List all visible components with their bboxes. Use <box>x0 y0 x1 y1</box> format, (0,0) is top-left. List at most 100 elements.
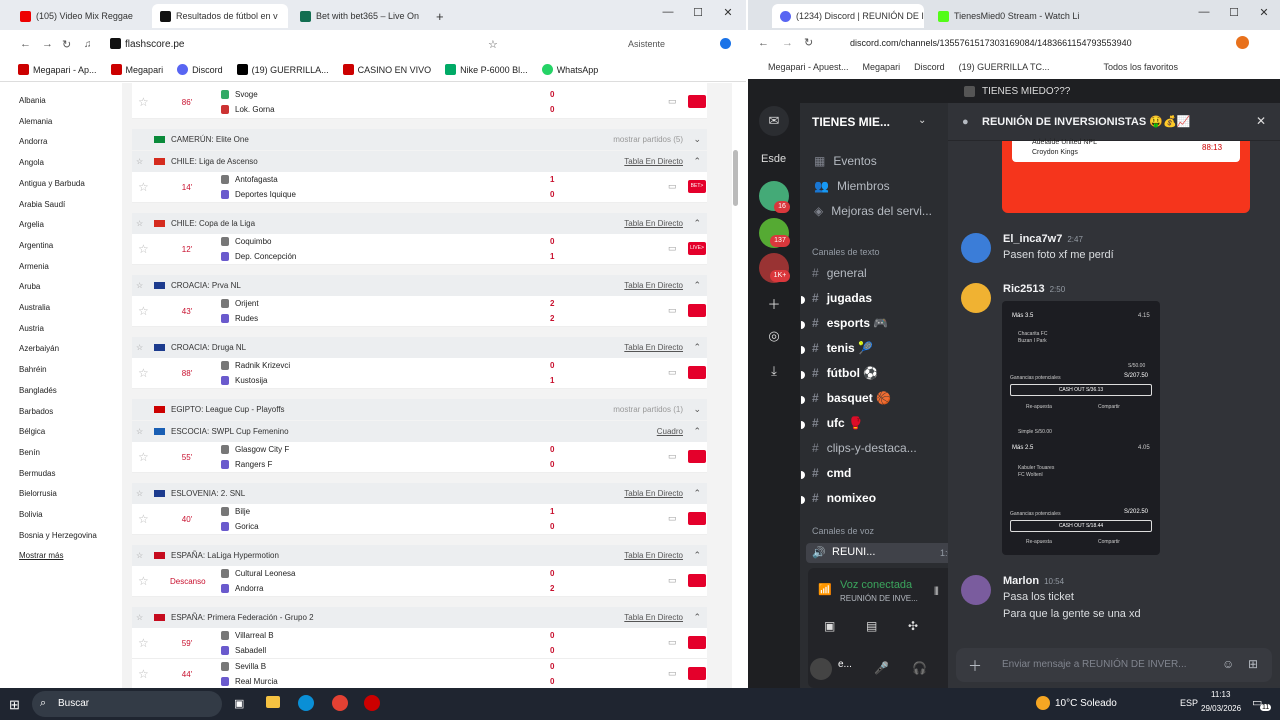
screen-share-icon[interactable]: ▤ <box>866 619 877 633</box>
weather-text[interactable]: 10°C Soleado <box>1055 698 1117 709</box>
chevron-down-icon[interactable]: ⌄ <box>693 404 701 415</box>
country-item[interactable]: Aruba <box>19 282 40 291</box>
chevron-up-icon[interactable]: ⌃ <box>693 550 701 561</box>
bookmark-megapari[interactable]: Megapari <box>863 62 901 72</box>
tab-kick-stream[interactable]: TienesMied0 Stream - Watch Li <box>930 4 1080 28</box>
tab-video-mix[interactable]: (105) Video Mix Reggae <box>12 4 152 28</box>
close-icon[interactable]: ✕ <box>1254 6 1274 19</box>
maximize-icon[interactable]: ☐ <box>688 6 708 19</box>
message-input[interactable]: ＋ Enviar mensaje a REUNIÓN DE INVER... ☺… <box>956 648 1272 682</box>
soundboard-icon[interactable]: ⦀ <box>934 586 939 599</box>
tv-icon[interactable]: ▭ <box>668 367 677 378</box>
pin-icon[interactable]: ☆ <box>136 427 148 436</box>
author-name[interactable]: Ric2513 <box>1003 283 1045 295</box>
country-item[interactable]: Australia <box>19 303 50 312</box>
back-icon[interactable]: ← <box>758 37 769 49</box>
country-item[interactable]: Benín <box>19 448 40 457</box>
bookmark-guerrilla[interactable]: (19) GUERRILLA TC... <box>959 62 1050 72</box>
tv-icon[interactable]: ▭ <box>668 243 677 254</box>
favorite-star-icon[interactable]: ☆ <box>138 180 149 194</box>
tv-icon[interactable]: ▭ <box>668 575 677 586</box>
headphones-icon[interactable]: 🎧 <box>912 661 927 675</box>
download-icon[interactable]: ⤓ <box>759 356 789 386</box>
channel-9[interactable]: # nomixeo <box>801 491 876 505</box>
text-channels-header[interactable]: Canales de texto <box>812 247 880 257</box>
league-header[interactable]: EGIPTO: League Cup - Playoffs mostrar par… <box>132 399 707 420</box>
country-item[interactable]: Austria <box>19 324 44 333</box>
server-name[interactable]: TIENES MIE... <box>812 115 890 129</box>
tab-flashscore[interactable]: Resultados de fútbol en v <box>152 4 288 28</box>
task-view-icon[interactable]: ▣ <box>234 697 244 710</box>
league-link[interactable]: Tabla En Directo <box>624 343 683 352</box>
tv-icon[interactable]: ▭ <box>668 451 677 462</box>
tv-icon[interactable]: ▭ <box>668 96 677 107</box>
channel-2[interactable]: # esports 🎮 <box>801 316 888 330</box>
league-name[interactable]: CHILE: Liga de Ascenso <box>171 157 258 166</box>
league-name[interactable]: ESLOVENIA: 2. SNL <box>171 489 245 498</box>
live-stream-button[interactable] <box>688 366 706 379</box>
pin-icon[interactable]: ☆ <box>136 157 148 166</box>
match-row[interactable]: ☆ 59' Villarreal B 0 Sabadell 0 ▭ <box>132 628 707 659</box>
live-stream-button[interactable] <box>688 95 706 108</box>
favorite-star-icon[interactable]: ☆ <box>138 95 149 109</box>
live-stream-button[interactable]: LIVE> <box>688 242 706 255</box>
channel-0[interactable]: # general <box>812 266 867 280</box>
match-row[interactable]: ☆ 44' Sevilla B 0 Real Murcia 0 ▭ <box>132 659 707 688</box>
league-link[interactable]: mostrar partidos (5) <box>613 135 683 144</box>
pin-icon[interactable]: ☆ <box>136 551 148 560</box>
profile-avatar[interactable] <box>1236 36 1249 49</box>
tab-bet365[interactable]: Bet with bet365 – Live On <box>292 4 424 28</box>
author-name[interactable]: Marlon <box>1003 575 1039 587</box>
tab-discord[interactable]: (1234) Discord | REUNIÓN DE I <box>772 4 924 28</box>
add-server-icon[interactable]: ＋ <box>759 288 789 318</box>
country-item[interactable]: Bosnia y Herzegovina <box>19 531 97 540</box>
discover-icon[interactable]: ◎ <box>759 321 789 351</box>
chevron-up-icon[interactable]: ⌃ <box>693 280 701 291</box>
league-name[interactable]: CAMERÚN: Elite One <box>171 135 249 144</box>
favorite-star-icon[interactable]: ☆ <box>138 667 149 681</box>
league-link[interactable]: Tabla En Directo <box>624 157 683 166</box>
match-row[interactable]: ☆ 88' Radnik Krizevci 0 Kustosija 1 ▭ <box>132 358 707 389</box>
league-header[interactable]: ☆ CHILE: Liga de Ascenso Tabla En Directo ⌃ <box>132 151 707 172</box>
league-header[interactable]: ☆ CROACIA: Druga NL Tabla En Directo ⌃ <box>132 337 707 358</box>
pin-icon[interactable]: ☆ <box>136 343 148 352</box>
channel-7[interactable]: # clips-y-destaca... <box>812 441 917 455</box>
favorite-star-icon[interactable]: ☆ <box>138 512 149 526</box>
bookmark-discord[interactable]: Discord <box>177 64 223 75</box>
bookmark-casino[interactable]: CASINO EN VIVO <box>342 64 431 75</box>
bookmark-guerrilla[interactable]: (19) GUERRILLA... <box>236 64 329 75</box>
country-item[interactable]: Bélgica <box>19 427 45 436</box>
match-row[interactable]: ☆ 55' Glasgow City F 0 Rangers F 0 ▭ <box>132 442 707 473</box>
chrome-icon[interactable] <box>332 695 348 711</box>
tv-icon[interactable]: ▭ <box>668 637 677 648</box>
league-link[interactable]: mostrar partidos (1) <box>613 405 683 414</box>
tv-icon[interactable]: ▭ <box>668 513 677 524</box>
menu-events[interactable]: ▦ Eventos <box>814 154 877 168</box>
reload-icon[interactable]: ↻ <box>804 36 813 49</box>
mute-icon[interactable]: 🎤 <box>874 661 889 675</box>
menu-boosts[interactable]: ◈ Mejoras del servi... <box>814 204 932 218</box>
country-item[interactable]: Azerbaiyán <box>19 344 59 353</box>
country-item[interactable]: Bermudas <box>19 469 55 478</box>
country-item[interactable]: Bielorrusia <box>19 489 57 498</box>
chevron-up-icon[interactable]: ⌃ <box>693 342 701 353</box>
menu-members[interactable]: 👥 Miembros <box>814 179 890 193</box>
url-field[interactable]: flashscore.pe <box>125 39 184 50</box>
bookmark-star-icon[interactable]: ☆ <box>488 38 498 51</box>
league-link[interactable]: Tabla En Directo <box>624 551 683 560</box>
author-name[interactable]: El_inca7w7 <box>1003 233 1062 245</box>
favorite-star-icon[interactable]: ☆ <box>138 304 149 318</box>
country-item[interactable]: Antigua y Barbuda <box>19 179 85 188</box>
chevron-up-icon[interactable]: ⌃ <box>693 426 701 437</box>
bookmark-megapari[interactable]: Megapari <box>110 64 163 75</box>
tv-icon[interactable]: ▭ <box>668 668 677 679</box>
back-icon[interactable]: ← <box>20 38 31 50</box>
new-tab-button[interactable]: + <box>428 4 452 28</box>
league-header[interactable]: ☆ ESPAÑA: LaLiga Hypermotion Tabla En Dire… <box>132 545 707 566</box>
league-name[interactable]: CHILE: Copa de la Liga <box>171 219 255 228</box>
channel-4[interactable]: # fútbol ⚽ <box>801 366 878 380</box>
league-header[interactable]: ☆ ESLOVENIA: 2. SNL Tabla En Directo ⌃ <box>132 483 707 504</box>
live-stream-button[interactable] <box>688 667 706 680</box>
attach-plus-icon[interactable]: ＋ <box>968 656 982 676</box>
forward-icon[interactable]: → <box>782 37 793 49</box>
